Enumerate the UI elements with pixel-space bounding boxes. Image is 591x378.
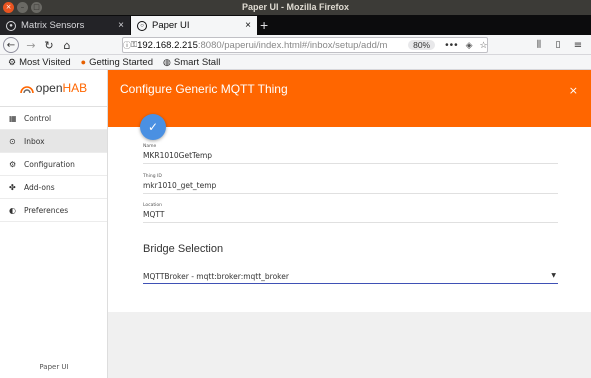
save-thing-button[interactable]: ✓: [140, 114, 166, 140]
thing-id-label: Thing ID: [143, 174, 162, 179]
reload-button[interactable]: ↻: [42, 37, 56, 53]
back-button[interactable]: ←: [3, 37, 19, 53]
dropdown-arrow-icon[interactable]: ▼: [551, 272, 556, 279]
bookmark-label: Most Visited: [19, 56, 71, 68]
bridge-selection-heading: Bridge Selection: [143, 243, 224, 255]
tab-label: Matrix Sensors: [21, 20, 85, 31]
openhab-logo-text: openHAB: [36, 81, 87, 95]
url-path: :8080/paperui/index.html#/inbox/setup/ad…: [197, 39, 388, 51]
contrast-icon: ◐: [9, 205, 16, 215]
bridge-select-value: MQTTBroker - mqtt:broker:mqtt_broker: [143, 272, 289, 281]
sidebar-item-label: Preferences: [24, 205, 69, 215]
name-field[interactable]: Name MKR1010GetTemp: [143, 144, 558, 164]
tab-paper-ui[interactable]: ○ Paper UI ×: [131, 16, 257, 35]
sidebar-item-configuration[interactable]: ⚙ Configuration: [0, 153, 107, 176]
globe-icon: ◍: [163, 56, 171, 67]
bookmark-label: Getting Started: [89, 56, 153, 68]
sidebar: openHAB ▦ Control ⊙ Inbox ⚙ Configuratio…: [0, 70, 108, 378]
window-title: Paper UI - Mozilla Firefox: [241, 2, 350, 12]
window-titlebar: × – □ Paper UI - Mozilla Firefox: [0, 0, 591, 15]
bridge-select[interactable]: MQTTBroker - mqtt:broker:mqtt_broker ▼: [143, 272, 558, 284]
gear-icon: ⚙: [8, 56, 17, 67]
menu-icon[interactable]: ≡: [571, 37, 585, 53]
thing-id-input[interactable]: mkr1010_get_temp: [143, 181, 558, 193]
inbox-icon: ⊙: [9, 136, 16, 146]
close-icon[interactable]: ×: [569, 84, 578, 97]
tab-matrix-sensors[interactable]: ● Matrix Sensors ×: [0, 16, 130, 35]
firefox-icon: ●: [80, 57, 87, 67]
gear-icon: ⚙: [9, 159, 17, 169]
sidebar-item-control[interactable]: ▦ Control: [0, 107, 107, 130]
favicon-icon: ●: [6, 20, 16, 31]
forward-button[interactable]: →: [24, 37, 38, 53]
zoom-indicator[interactable]: 80%: [408, 40, 436, 50]
tab-label: Paper UI: [152, 20, 190, 31]
info-icon[interactable]: ⓘ: [123, 40, 131, 51]
bookmark-most-visited[interactable]: ⚙ Most Visited: [8, 57, 71, 68]
page-title: Configure Generic MQTT Thing: [120, 82, 288, 96]
bookmark-smart-stall[interactable]: ◍ Smart Stall: [163, 57, 220, 68]
openhab-logo-icon: [19, 86, 34, 94]
tab-close-icon[interactable]: ×: [118, 20, 124, 31]
pocket-icon[interactable]: ◈: [466, 40, 473, 51]
sidebar-toggle-icon[interactable]: ▯: [551, 37, 565, 53]
bookmark-label: Smart Stall: [173, 56, 221, 68]
thing-config-form: Name MKR1010GetTemp Thing ID mkr1010_get…: [108, 127, 591, 378]
logo-prefix: open: [35, 81, 63, 95]
navigation-toolbar: ← → ↻ ⌂ ⓘ ⚿ 192.168.2.215:8080/paperui/i…: [0, 35, 591, 55]
tab-close-icon[interactable]: ×: [245, 20, 251, 31]
checkmark-icon: ✓: [147, 120, 159, 134]
location-field[interactable]: Location MQTT: [143, 203, 558, 223]
sidebar-item-label: Add-ons: [24, 182, 55, 192]
sidebar-item-label: Inbox: [24, 136, 45, 146]
name-input[interactable]: MKR1010GetTemp: [143, 151, 558, 163]
star-icon[interactable]: ☆: [480, 40, 488, 51]
location-label: Location: [143, 203, 163, 208]
sidebar-item-addons[interactable]: ✤ Add-ons: [0, 176, 107, 199]
sidebar-item-preferences[interactable]: ◐ Preferences: [0, 199, 107, 222]
grid-icon: ▦: [9, 113, 17, 123]
url-bar[interactable]: ⓘ ⚿ 192.168.2.215:8080/paperui/index.htm…: [122, 37, 488, 53]
favicon-icon: ○: [137, 20, 147, 31]
url-text[interactable]: 192.168.2.215:8080/paperui/index.html#/i…: [137, 40, 392, 51]
puzzle-icon: ✤: [9, 182, 16, 192]
logo-suffix: HAB: [62, 81, 88, 95]
openhab-logo[interactable]: openHAB: [0, 70, 107, 107]
url-host: 192.168.2.215: [137, 39, 198, 51]
bookmark-getting-started[interactable]: ● Getting Started: [81, 57, 153, 68]
sidebar-item-inbox[interactable]: ⊙ Inbox: [0, 130, 107, 153]
library-icon[interactable]: ⫼: [532, 37, 546, 53]
tab-strip: ● Matrix Sensors × ○ Paper UI × +: [0, 15, 591, 35]
sidebar-item-label: Configuration: [24, 159, 75, 169]
page-actions-button[interactable]: •••: [445, 40, 459, 51]
home-button[interactable]: ⌂: [60, 37, 74, 53]
dialog-header: Configure Generic MQTT Thing ×: [108, 70, 591, 127]
sidebar-item-label: Control: [24, 113, 52, 123]
name-label: Name: [143, 144, 157, 149]
thing-id-field[interactable]: Thing ID mkr1010_get_temp: [143, 174, 558, 194]
page-content: openHAB ▦ Control ⊙ Inbox ⚙ Configuratio…: [0, 70, 591, 378]
sidebar-footer: Paper UI: [39, 363, 69, 371]
location-input[interactable]: MQTT: [143, 210, 558, 222]
form-footer-area: [108, 312, 591, 378]
bookmarks-toolbar: ⚙ Most Visited ● Getting Started ◍ Smart…: [0, 55, 591, 70]
new-tab-button[interactable]: +: [260, 17, 268, 33]
